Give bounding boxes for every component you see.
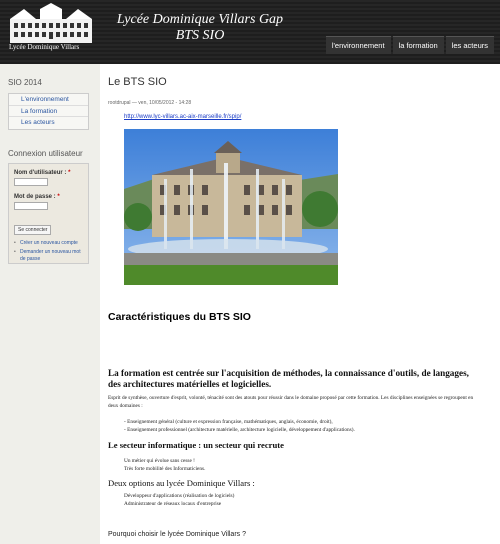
disciplines-list: - Enseignement général (culture et expre…	[124, 418, 355, 434]
username-field[interactable]	[14, 178, 48, 186]
formation-heading: La formation est centrée sur l'acquisiti…	[108, 368, 469, 389]
main-nav: l'environnement la formation les acteurs	[324, 36, 494, 56]
list-item: Un métier qui évolue sans cesse !	[124, 458, 195, 464]
create-account-link[interactable]: Créer un nouveau compte	[14, 240, 83, 247]
request-password-link[interactable]: Demander un nouveau mot de passe	[14, 249, 83, 263]
nav-item-formation[interactable]: la formation	[392, 36, 444, 54]
sidebar-item-formation[interactable]: La formation	[9, 105, 88, 117]
school-website-link[interactable]: http://www.lyc-villars.ac-aix-marseille.…	[124, 114, 241, 120]
password-field[interactable]	[14, 202, 48, 210]
secteur-heading: Le secteur informatique : un secteur qui…	[108, 440, 284, 450]
sidebar-menu: L'environnement La formation Les acteurs	[8, 93, 89, 130]
site-title-line1: Lycée Dominique Villars Gap	[116, 12, 284, 27]
menu-block-title: SIO 2014	[8, 78, 42, 87]
site-title-line2: BTS SIO	[175, 28, 225, 43]
sidebar	[0, 64, 100, 544]
login-block-title: Connexion utilisateur	[8, 149, 83, 158]
login-button[interactable]: Se connecter	[14, 225, 52, 235]
page-title: Le BTS SIO	[108, 76, 167, 88]
submitted-info: rootdrupal — ven, 10/05/2012 - 14:28	[108, 100, 192, 106]
options-text: Développeur d'applications (réalisation …	[124, 492, 234, 508]
school-photo	[124, 129, 338, 285]
secteur-text: Un métier qui évolue sans cesse ! Très f…	[124, 457, 205, 473]
login-form: Nom d'utilisateur : * Mot de passe : * S…	[8, 163, 89, 264]
nav-item-acteurs[interactable]: les acteurs	[445, 36, 494, 54]
why-choose-text: Pourquoi choisir le lycée Dominique Vill…	[108, 531, 246, 538]
required-marker: *	[68, 170, 71, 176]
characteristics-heading: Caractéristiques du BTS SIO	[108, 311, 251, 323]
school-building-logo[interactable]	[6, 3, 96, 47]
list-item: - Enseignement général (culture et expre…	[124, 419, 333, 425]
formation-paragraph: Esprit de synthèse, ouverture d'esprit, …	[108, 395, 474, 409]
list-item: Développeur d'applications (réalisation …	[124, 493, 235, 499]
logo-caption: Lycée Dominique Villars	[9, 43, 80, 51]
required-marker: *	[57, 194, 60, 200]
options-heading: Deux options au lycée Dominique Villars …	[108, 478, 255, 488]
list-item: Administrateur de réseaux locaux d'entre…	[124, 501, 222, 507]
list-item: Très forte mobilité des Informaticiens.	[124, 466, 206, 472]
site-header: Lycée Dominique Villars Lycée Dominique …	[0, 0, 500, 64]
site-title[interactable]: Lycée Dominique Villars Gap BTS SIO	[100, 12, 300, 44]
password-label: Mot de passe : *	[14, 194, 60, 200]
username-label: Nom d'utilisateur : *	[14, 170, 71, 176]
sidebar-item-environnement[interactable]: L'environnement	[9, 94, 88, 106]
list-item: - Enseignement professionnel (architectu…	[124, 427, 355, 433]
nav-item-environnement[interactable]: l'environnement	[325, 36, 391, 54]
sidebar-item-acteurs[interactable]: Les acteurs	[9, 117, 88, 129]
